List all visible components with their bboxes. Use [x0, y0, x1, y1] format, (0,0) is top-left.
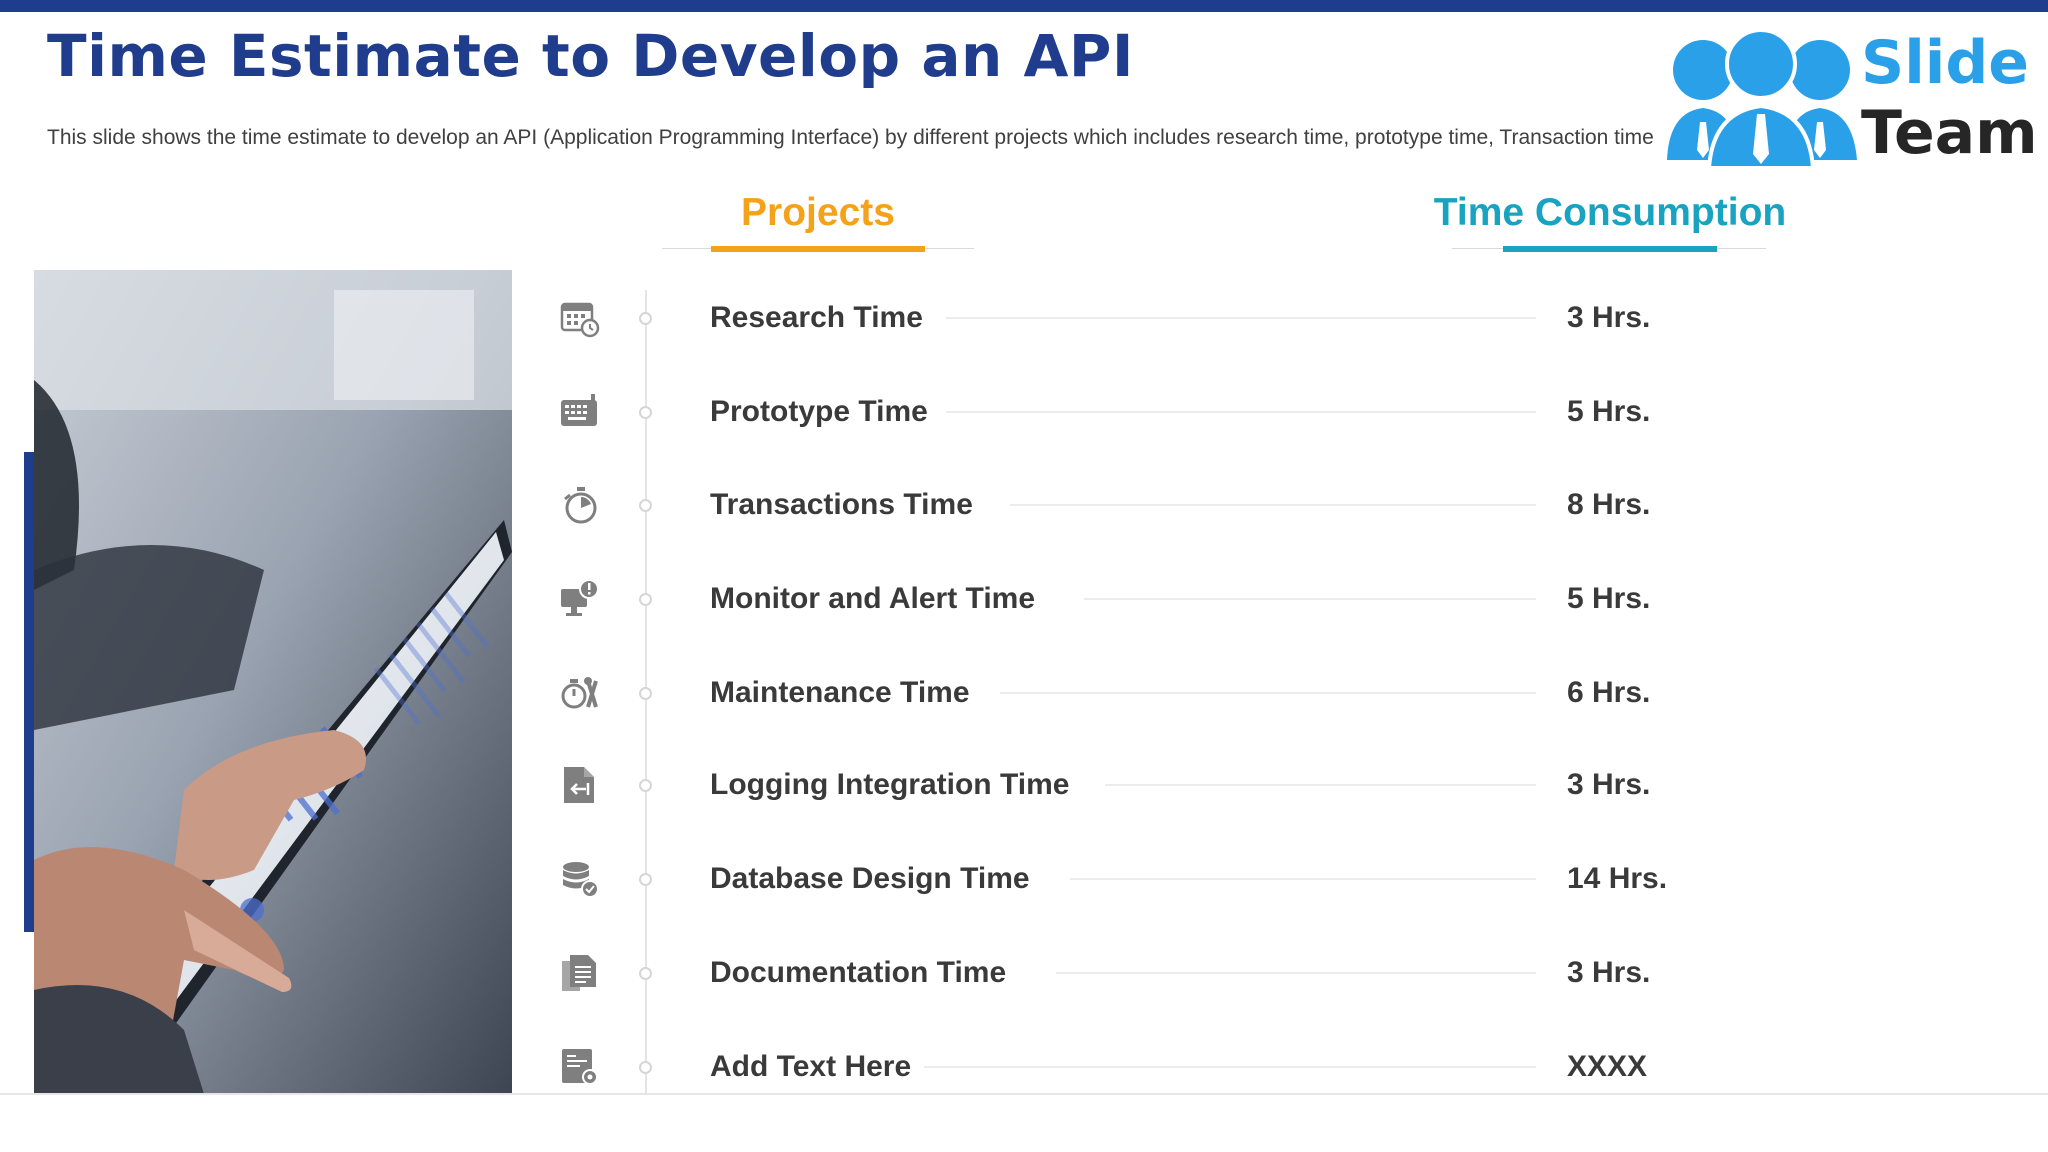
documents-icon	[562, 955, 596, 991]
leader-line	[946, 411, 1536, 413]
tablet-analytics-photo	[34, 270, 512, 1094]
project-label: Documentation Time	[710, 956, 1007, 989]
time-value: 3 Hrs.	[1567, 768, 1651, 801]
timeline-node	[639, 312, 652, 325]
project-label: Research Time	[710, 301, 923, 334]
logo-word-team: Team	[1861, 98, 2038, 168]
keyboard-icon	[561, 394, 597, 426]
time-header-accent	[1503, 246, 1717, 252]
leader-line	[924, 1066, 1536, 1068]
slide-subtitle: This slide shows the time estimate to de…	[47, 126, 1654, 149]
timeline-node	[639, 406, 652, 419]
project-label: Monitor and Alert Time	[710, 582, 1036, 615]
settings-document-icon	[562, 1049, 598, 1085]
project-row-maintenance: Maintenance Time 6 Hrs.	[560, 663, 1760, 723]
timeline-node	[639, 873, 652, 886]
project-row-logging: Logging Integration Time 3 Hrs.	[560, 755, 1760, 815]
people-group-icon	[1667, 28, 1857, 168]
login-document-icon	[564, 767, 594, 803]
leader-line	[1056, 972, 1536, 974]
project-row-documentation: Documentation Time 3 Hrs.	[560, 943, 1760, 1003]
project-label: Prototype Time	[710, 395, 928, 428]
time-value: 3 Hrs.	[1567, 301, 1651, 334]
time-value: 6 Hrs.	[1567, 676, 1651, 709]
time-value: 3 Hrs.	[1567, 956, 1651, 989]
slideteam-logo: Slide Team	[1665, 28, 2038, 168]
database-check-icon	[563, 862, 599, 898]
project-row-research: Research Time 3 Hrs.	[560, 288, 1760, 348]
leader-line	[1070, 878, 1536, 880]
leader-line	[1084, 598, 1536, 600]
slide-title: Time Estimate to Develop an API	[47, 22, 1134, 90]
project-label: Maintenance Time	[710, 676, 970, 709]
project-label: Add Text Here	[710, 1050, 912, 1083]
photo-side-accent	[24, 452, 34, 932]
time-value: 14 Hrs.	[1567, 862, 1668, 895]
timeline-node	[639, 499, 652, 512]
time-consumption-column-header: Time Consumption	[1433, 191, 1787, 234]
timeline-node	[639, 593, 652, 606]
leader-line	[1105, 784, 1536, 786]
project-row-monitor: Monitor and Alert Time 5 Hrs.	[560, 569, 1760, 629]
calendar-clock-icon	[560, 302, 600, 338]
timeline-node	[639, 1061, 652, 1074]
stopwatch-icon	[564, 487, 597, 524]
timeline-node	[639, 687, 652, 700]
monitor-alert-icon	[561, 579, 599, 616]
time-value: 8 Hrs.	[1567, 488, 1651, 521]
projects-header-accent	[711, 246, 925, 252]
timer-tools-icon	[561, 677, 598, 709]
project-label: Logging Integration Time	[710, 768, 1070, 801]
leader-line	[1000, 692, 1536, 694]
time-value: 5 Hrs.	[1567, 395, 1651, 428]
projects-column-header: Projects	[741, 191, 895, 234]
project-row-prototype: Prototype Time 5 Hrs.	[560, 382, 1760, 442]
leader-line	[1010, 504, 1536, 506]
top-accent-bar	[0, 0, 2048, 12]
project-label: Transactions Time	[710, 488, 973, 521]
time-value: 5 Hrs.	[1567, 582, 1651, 615]
project-row-database: Database Design Time 14 Hrs.	[560, 849, 1760, 909]
bottom-divider	[0, 1093, 2048, 1095]
timeline-node	[639, 779, 652, 792]
project-row-transactions: Transactions Time 8 Hrs.	[560, 475, 1760, 535]
project-label: Database Design Time	[710, 862, 1030, 895]
project-row-add-text: Add Text Here XXXX	[560, 1037, 1760, 1097]
logo-word-slide: Slide	[1861, 28, 2029, 98]
leader-line	[946, 317, 1536, 319]
time-value: XXXX	[1567, 1050, 1648, 1083]
timeline-node	[639, 967, 652, 980]
